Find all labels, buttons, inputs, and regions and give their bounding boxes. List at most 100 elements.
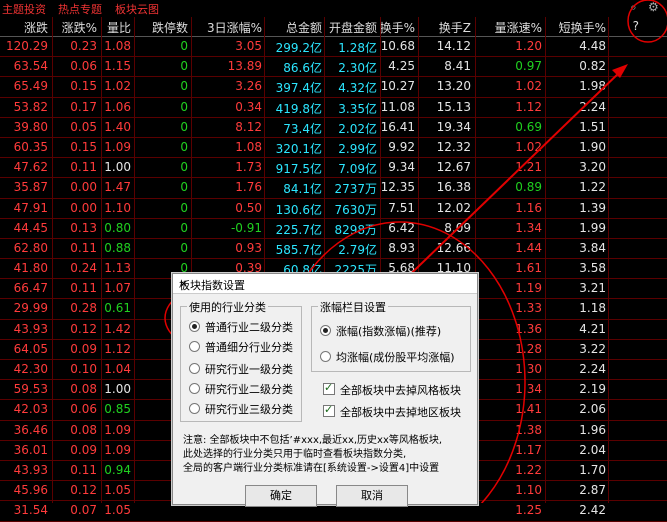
cell-open-amount: 2.02亿: [338, 121, 377, 136]
dialog-title-bar[interactable]: 板块指数设置 ×: [173, 274, 477, 294]
cell-change-pct: 0.15: [70, 139, 97, 154]
cell-volume-ratio: 1.12: [104, 341, 131, 356]
cell-volume-ratio: 1.00: [104, 382, 131, 397]
col-header-turnover[interactable]: 换手%: [380, 19, 415, 36]
radio-indicator[interactable]: [189, 341, 200, 352]
radio-research-level1[interactable]: 研究行业一级分类: [189, 361, 293, 377]
cell-change-pct: 0.05: [70, 119, 97, 134]
cancel-button[interactable]: 取消: [336, 485, 408, 507]
cell-turnover-z: 8.09: [444, 220, 471, 235]
table-row[interactable]: 53.82 0.17 1.06 0 0.34 419.8亿 3.35亿 11.08 15.13 1…: [0, 98, 667, 118]
cell-turnover: 10.68: [380, 39, 415, 53]
radio-average-change[interactable]: 均涨幅(成份股平均涨幅): [320, 349, 455, 365]
cell-volume-ratio: 1.07: [104, 281, 131, 296]
table-row[interactable]: 60.35 0.15 1.09 0 1.08 320.1亿 2.99亿 9.92 12.32 1.…: [0, 138, 667, 159]
cell-turnover: 16.41: [380, 119, 415, 134]
cell-volume-ratio: 1.08: [104, 39, 131, 53]
cell-short-turnover: 4.48: [579, 39, 606, 53]
search-icon[interactable]: ⌕: [630, 0, 637, 15]
col-header-change[interactable]: 涨跌: [24, 19, 48, 36]
col-header-3day-change[interactable]: 3日涨幅%: [207, 19, 262, 36]
close-icon[interactable]: ×: [179, 277, 471, 290]
table-row[interactable]: 120.29 0.23 1.08 0 3.05 299.2亿 1.28亿 10.68 14.12…: [0, 37, 667, 58]
cell-limit-down: 0: [180, 139, 188, 154]
tab-theme-investment[interactable]: 主题投资: [2, 1, 46, 17]
col-header-turnover-z[interactable]: 换手Z: [439, 19, 471, 36]
cell-volume-speed: 0.89: [515, 180, 542, 195]
cell-volume-ratio: 1.05: [104, 503, 131, 518]
cell-change: 43.93: [13, 462, 48, 477]
cell-turnover-z: 12.02: [436, 200, 471, 215]
col-header-volume-ratio[interactable]: 量比: [107, 19, 131, 36]
radio-indicator[interactable]: [320, 351, 331, 362]
table-row[interactable]: 63.54 0.06 1.15 0 13.89 86.6亿 2.30亿 4.25 8.41 0.9…: [0, 57, 667, 78]
radio-industry-level2[interactable]: 普通行业二级分类: [189, 319, 293, 335]
cell-change-pct: 0.07: [70, 503, 97, 518]
cell-change: 29.99: [13, 301, 48, 316]
checkbox-indicator[interactable]: [323, 403, 335, 417]
radio-industry-sub[interactable]: 普通细分行业分类: [189, 339, 293, 355]
cell-change: 63.54: [13, 59, 48, 74]
checkbox-remove-style-sectors[interactable]: 全部板块中去掉风格板块: [323, 381, 461, 398]
radio-index-change[interactable]: 涨幅(指数涨幅)(推荐): [320, 323, 441, 339]
cell-short-turnover: 1.96: [579, 422, 606, 437]
tab-sector-cloud[interactable]: 板块云图: [115, 1, 159, 17]
radio-indicator[interactable]: [189, 403, 200, 414]
cell-total-amount: 84.1亿: [283, 182, 322, 197]
cell-total-amount: 419.8亿: [275, 101, 322, 116]
table-row[interactable]: 65.49 0.15 1.02 0 3.26 397.4亿 4.32亿 10.27 13.20 1…: [0, 77, 667, 98]
cell-total-amount: 320.1亿: [275, 141, 322, 156]
cell-volume-ratio: 1.09: [104, 422, 131, 437]
table-row[interactable]: 35.87 0.00 1.47 0 1.76 84.1亿 2737万 12.35 16.38 0.…: [0, 178, 667, 199]
radio-research-level2[interactable]: 研究行业二级分类: [189, 381, 293, 397]
cell-change: 120.29: [6, 39, 48, 53]
cell-change: 42.03: [13, 402, 48, 417]
cell-change-pct: 0.00: [70, 180, 97, 195]
radio-indicator[interactable]: [189, 383, 200, 394]
cell-change: 47.62: [13, 160, 48, 175]
cell-turnover: 10.27: [380, 79, 415, 94]
cell-short-turnover: 3.84: [579, 240, 606, 255]
cell-short-turnover: 1.70: [579, 462, 606, 477]
col-header-help[interactable]: ?: [633, 19, 639, 33]
cell-3day-change: -0.91: [230, 220, 262, 235]
cell-change: 62.80: [13, 240, 48, 255]
col-header-volume-speed[interactable]: 量涨速%: [495, 19, 542, 36]
col-header-total-amount[interactable]: 总金额: [286, 19, 322, 36]
cell-short-turnover: 1.51: [579, 119, 606, 134]
radio-label: 研究行业一级分类: [205, 363, 293, 376]
table-row[interactable]: 47.62 0.11 1.00 0 1.73 917.5亿 7.09亿 9.34 12.67 1.…: [0, 158, 667, 179]
checkbox-remove-region-sectors[interactable]: 全部板块中去掉地区板块: [323, 403, 461, 420]
radio-research-level3[interactable]: 研究行业三级分类: [189, 401, 293, 417]
table-row[interactable]: 39.80 0.05 1.40 0 8.12 73.4亿 2.02亿 16.41 19.34 0.…: [0, 118, 667, 138]
ok-button[interactable]: 确定: [245, 485, 317, 507]
cell-change-pct: 0.11: [70, 160, 97, 175]
table-row[interactable]: 44.45 0.13 0.80 0 -0.91 225.7亿 8298万 6.42 8.09 1.…: [0, 219, 667, 239]
col-header-limit-down[interactable]: 跌停数: [152, 19, 188, 36]
cell-open-amount: 2.79亿: [338, 242, 377, 257]
change-column-group: 涨幅栏目设置 涨幅(指数涨幅)(推荐) 均涨幅(成份股平均涨幅): [311, 299, 471, 372]
gear-icon[interactable]: ⚙: [648, 0, 659, 14]
cell-turnover: 7.51: [388, 200, 415, 215]
table-row[interactable]: 47.91 0.00 1.10 0 0.50 130.6亿 7630万 7.51 12.02 1.…: [0, 199, 667, 219]
cell-short-turnover: 2.87: [579, 483, 606, 498]
radio-indicator[interactable]: [189, 363, 200, 374]
cell-change: 47.91: [13, 200, 48, 215]
cell-change: 59.53: [13, 382, 48, 397]
cell-change: 60.35: [13, 139, 48, 154]
radio-indicator[interactable]: [320, 325, 331, 336]
cell-short-turnover: 4.21: [579, 321, 606, 336]
tab-hot-topics[interactable]: 热点专题: [58, 1, 102, 17]
col-header-open-amount[interactable]: 开盘金额: [329, 19, 377, 36]
radio-label: 普通行业二级分类: [205, 321, 293, 334]
cell-volume-speed: 1.19: [515, 281, 542, 296]
table-row[interactable]: 62.80 0.11 0.88 0 0.93 585.7亿 2.79亿 8.93 12.66 1.…: [0, 239, 667, 260]
cell-total-amount: 585.7亿: [275, 242, 322, 257]
col-header-short-turnover[interactable]: 短换手%: [559, 19, 606, 36]
cell-volume-speed: 1.21: [515, 160, 542, 175]
cell-short-turnover: 2.19: [579, 382, 606, 397]
radio-indicator[interactable]: [189, 321, 200, 332]
checkbox-indicator[interactable]: [323, 381, 335, 395]
cell-volume-speed: 1.17: [515, 442, 542, 457]
col-header-change-pct[interactable]: 涨跌%: [62, 19, 97, 36]
